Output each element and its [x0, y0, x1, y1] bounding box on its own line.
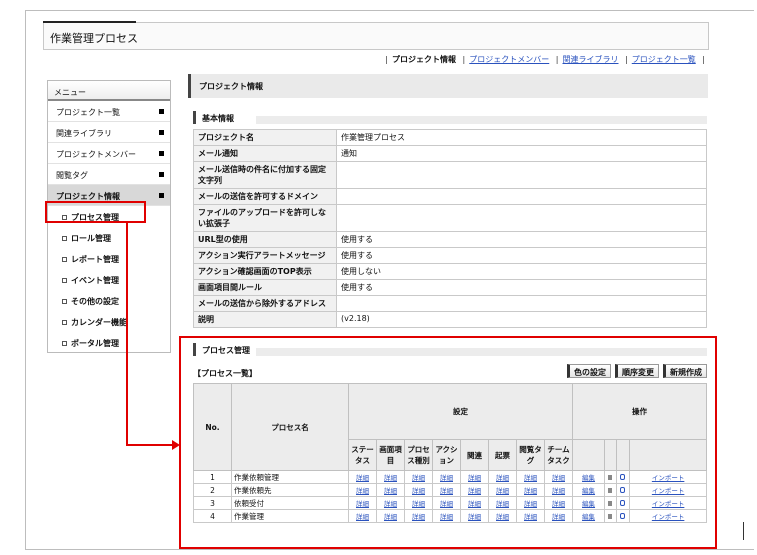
annotation-arrow-line — [126, 222, 128, 446]
sidebar-item-related-library[interactable]: 関連ライブラリ — [48, 122, 170, 143]
square-bullet-icon — [159, 109, 164, 114]
info-value — [336, 204, 707, 232]
page-corner — [743, 522, 757, 540]
square-bullet-icon — [159, 151, 164, 156]
square-bullet-icon — [159, 172, 164, 177]
info-row: メールの送信を許可するドメイン — [193, 188, 707, 205]
info-value: 使用する — [336, 279, 707, 296]
info-row: プロジェクト名 作業管理プロセス — [193, 129, 707, 146]
info-row: アクション実行アラートメッセージ 使用する — [193, 247, 707, 264]
sidebar-sub-other[interactable]: その他の設定 — [48, 290, 170, 311]
box-bullet-icon — [62, 236, 67, 241]
menu-header: メニュー — [48, 81, 170, 101]
info-key: アクション実行アラートメッセージ — [193, 247, 337, 264]
box-bullet-icon — [62, 320, 67, 325]
info-value — [336, 188, 707, 205]
highlight-process-area — [179, 336, 717, 549]
top-link-project-member[interactable]: プロジェクトメンバー — [469, 55, 549, 64]
top-link-project-list[interactable]: プロジェクト一覧 — [632, 55, 696, 64]
sidebar-item-project-list[interactable]: プロジェクト一覧 — [48, 101, 170, 122]
info-value: (v2.18) — [336, 311, 707, 328]
box-bullet-icon — [62, 278, 67, 283]
sidebar-sub-calendar[interactable]: カレンダー機能 — [48, 311, 170, 332]
box-bullet-icon — [62, 299, 67, 304]
sidebar-sub-report[interactable]: レポート管理 — [48, 248, 170, 269]
info-key: 説明 — [193, 311, 337, 328]
info-value — [336, 161, 707, 189]
info-key: メールの送信から除外するアドレス — [193, 295, 337, 312]
window-title-bar: 作業管理プロセス — [43, 21, 709, 50]
info-row: 説明 (v2.18) — [193, 311, 707, 328]
info-key: メール送信時の件名に付加する固定文字列 — [193, 161, 337, 189]
sidebar-sub-portal[interactable]: ポータル管理 — [48, 332, 170, 353]
info-value — [336, 295, 707, 312]
info-key: メール通知 — [193, 145, 337, 162]
info-row: メール通知 通知 — [193, 145, 707, 162]
sidebar-sub-role[interactable]: ロール管理 — [48, 227, 170, 248]
info-key: プロジェクト名 — [193, 129, 337, 146]
info-row: URL型の使用 使用する — [193, 231, 707, 248]
info-row: メールの送信から除外するアドレス — [193, 295, 707, 312]
info-key: ファイルのアップロードを許可しない拡張子 — [193, 204, 337, 232]
top-link-related-library[interactable]: 関連ライブラリ — [563, 55, 619, 64]
info-key: メールの送信を許可するドメイン — [193, 188, 337, 205]
info-value: 使用する — [336, 247, 707, 264]
basic-info-heading: 基本情報 — [193, 111, 707, 124]
top-nav-links: | プロジェクト情報 | プロジェクトメンバー | 関連ライブラリ | プロジェクト一覧… — [385, 55, 705, 64]
window-title: 作業管理プロセス — [50, 32, 138, 45]
basic-info-table: プロジェクト名 作業管理プロセス メール通知 通知 メール送信時の件名に付加する固定文字… — [193, 129, 707, 328]
annotation-arrow-line — [126, 444, 174, 446]
square-bullet-icon — [159, 130, 164, 135]
info-value: 通知 — [336, 145, 707, 162]
info-row: アクション確認画面のTOP表示 使用しない — [193, 263, 707, 280]
info-row: 画面項目間ルール 使用する — [193, 279, 707, 296]
highlight-process-menu — [45, 201, 146, 223]
info-value: 使用しない — [336, 263, 707, 280]
sidebar-sub-event[interactable]: イベント管理 — [48, 269, 170, 290]
square-bullet-icon — [159, 193, 164, 198]
box-bullet-icon — [62, 341, 67, 346]
info-key: アクション確認画面のTOP表示 — [193, 263, 337, 280]
info-key: 画面項目間ルール — [193, 279, 337, 296]
sidebar-item-project-member[interactable]: プロジェクトメンバー — [48, 143, 170, 164]
info-row: ファイルのアップロードを許可しない拡張子 — [193, 204, 707, 232]
sidebar-item-view-tag[interactable]: 閲覧タグ — [48, 164, 170, 185]
info-value: 作業管理プロセス — [336, 129, 707, 146]
info-key: URL型の使用 — [193, 231, 337, 248]
info-value: 使用する — [336, 231, 707, 248]
top-link-project-info: プロジェクト情報 — [392, 55, 456, 64]
page-title: プロジェクト情報 — [188, 74, 708, 98]
annotation-arrow-icon — [172, 440, 180, 450]
info-row: メール送信時の件名に付加する固定文字列 — [193, 161, 707, 189]
box-bullet-icon — [62, 257, 67, 262]
